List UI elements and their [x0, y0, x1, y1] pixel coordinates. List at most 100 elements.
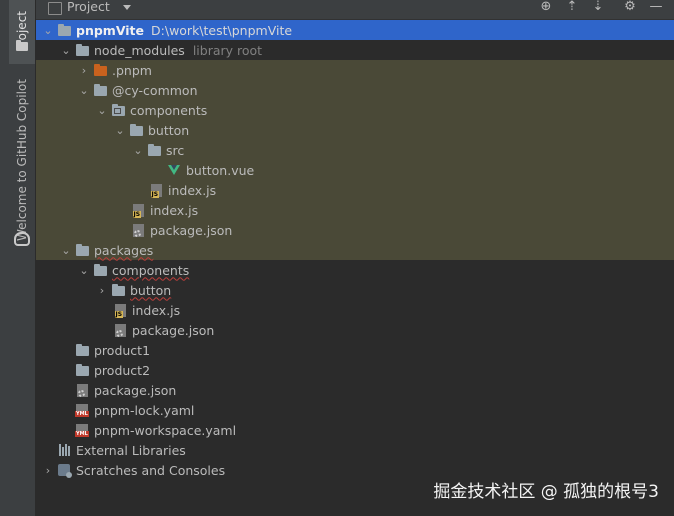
chevron-down-icon[interactable]: ⌄ [76, 82, 92, 98]
folder-icon [92, 262, 108, 278]
window-edge [0, 0, 9, 516]
scratches-icon [56, 462, 72, 478]
tree-row-button-vue[interactable]: button.vue [36, 160, 674, 180]
copilot-tab-label: Welcome to GitHub Copilot [15, 78, 29, 242]
library-root-hint: library root [192, 42, 263, 58]
chevron-down-icon[interactable] [123, 5, 131, 10]
tree-row-product1[interactable]: product1 [36, 340, 674, 360]
tree-row-nm-components[interactable]: ⌄ components [36, 100, 674, 120]
folder-icon [74, 362, 90, 378]
folder-icon [74, 242, 90, 258]
tree-row-product2[interactable]: product2 [36, 360, 674, 380]
tree-row-packages[interactable]: ⌄ packages [36, 240, 674, 260]
folder-icon [146, 142, 162, 158]
chevron-down-icon[interactable]: ⌄ [58, 42, 74, 58]
chevron-down-icon[interactable]: ⌄ [130, 142, 146, 158]
tree-row-node-modules[interactable]: ⌄ node_modules library root [36, 40, 674, 60]
minimize-icon[interactable]: — [648, 0, 664, 16]
chevron-down-icon[interactable]: ⌄ [94, 102, 110, 118]
node-modules-label: node_modules [94, 42, 185, 58]
tree-row-cy-common[interactable]: ⌄ @cy-common [36, 80, 674, 100]
lock-label: pnpm-lock.yaml [94, 402, 195, 418]
nm-components-label: components [130, 102, 208, 118]
copilot-tool-tab[interactable]: Welcome to GitHub Copilot [9, 70, 35, 250]
tool-window-stripe: Project Welcome to GitHub Copilot [9, 0, 36, 516]
tree-row-pk-index[interactable]: index.js [36, 300, 674, 320]
collapse-all-icon[interactable]: ⇡ [564, 0, 580, 16]
tree-row-workspace[interactable]: pnpm-workspace.yaml [36, 420, 674, 440]
root-path: D:\work\test\pnpmVite [151, 22, 293, 38]
chevron-down-icon[interactable]: ⌄ [40, 22, 56, 38]
folder-icon [16, 40, 28, 51]
json-file-icon [130, 222, 146, 238]
chevron-right-icon[interactable]: › [94, 282, 110, 298]
button-vue-label: button.vue [186, 162, 255, 178]
nm-cy-index-label: index.js [150, 202, 199, 218]
pnpm-label: .pnpm [112, 63, 152, 78]
packages-label: packages [94, 242, 154, 258]
expand-all-icon[interactable]: ⇣ [590, 0, 606, 16]
product1-label: product1 [94, 342, 151, 358]
tree-row-pk-package[interactable]: package.json [36, 320, 674, 340]
copilot-icon [14, 232, 30, 246]
pk-button-label: button [130, 282, 172, 298]
tree-row-pnpm[interactable]: › .pnpm [36, 60, 674, 80]
nm-src-label: src [166, 142, 185, 158]
gear-icon[interactable]: ⚙ [622, 0, 638, 16]
folder-icon [128, 122, 144, 138]
folder-icon [92, 82, 108, 98]
pk-index-label: index.js [132, 302, 181, 318]
yaml-file-icon [74, 422, 90, 438]
watermark: 掘金技术社区 @ 孤独的根号3 [433, 482, 659, 502]
pk-package-label: package.json [132, 322, 215, 338]
project-panel: Project ⊕ ⇡ ⇣ ⚙ — ⌄ pnpmVite D:\work\tes… [36, 0, 674, 516]
nm-button-label: button [148, 122, 190, 138]
json-file-icon [74, 382, 90, 398]
tree-row-pk-components[interactable]: ⌄ components [36, 260, 674, 280]
js-file-icon [148, 182, 164, 198]
panel-title[interactable]: Project [67, 0, 110, 14]
tree-row-root[interactable]: ⌄ pnpmVite D:\work\test\pnpmVite [36, 20, 674, 40]
js-file-icon [130, 202, 146, 218]
cy-common-label: @cy-common [112, 82, 198, 98]
excluded-folder-icon [92, 62, 108, 78]
json-file-icon [112, 322, 128, 338]
yaml-file-icon [74, 402, 90, 418]
vue-file-icon [166, 162, 182, 178]
folder-icon [74, 342, 90, 358]
target-icon[interactable]: ⊕ [538, 0, 554, 16]
tree-row-nm-cy-package[interactable]: package.json [36, 220, 674, 240]
folder-icon [56, 22, 72, 38]
folder-icon [74, 42, 90, 58]
scratches-label: Scratches and Consoles [76, 462, 226, 478]
tree-row-nm-cy-index[interactable]: index.js [36, 200, 674, 220]
chevron-right-icon[interactable]: › [40, 462, 56, 478]
folder-icon [110, 282, 126, 298]
tree-row-nm-button[interactable]: ⌄ button [36, 120, 674, 140]
root-package-label: package.json [94, 382, 177, 398]
tree-row-nm-src[interactable]: ⌄ src [36, 140, 674, 160]
pk-components-label: components [112, 262, 190, 278]
chevron-down-icon[interactable]: ⌄ [58, 242, 74, 258]
tree-row-pk-button[interactable]: › button [36, 280, 674, 300]
tree-row-lock[interactable]: pnpm-lock.yaml [36, 400, 674, 420]
chevron-down-icon[interactable]: ⌄ [76, 262, 92, 278]
chevron-right-icon[interactable]: › [76, 62, 92, 78]
tree-row-nm-button-index[interactable]: index.js [36, 180, 674, 200]
nm-button-index-label: index.js [168, 182, 217, 198]
nm-cy-package-label: package.json [150, 222, 233, 238]
root-label: pnpmVite [76, 22, 145, 38]
workspace-label: pnpm-workspace.yaml [94, 422, 237, 438]
project-view-icon [48, 2, 62, 15]
tree-row-external-libraries[interactable]: External Libraries [36, 440, 674, 460]
panel-header: Project ⊕ ⇡ ⇣ ⚙ — [36, 0, 674, 20]
pnpm-name: pnpm [115, 62, 152, 78]
tree-row-root-package[interactable]: package.json [36, 380, 674, 400]
external-libraries-label: External Libraries [76, 442, 186, 458]
package-folder-icon [110, 102, 126, 118]
project-tool-tab[interactable]: Project [9, 0, 35, 64]
js-file-icon [112, 302, 128, 318]
product2-label: product2 [94, 362, 151, 378]
libraries-icon [56, 442, 72, 458]
chevron-down-icon[interactable]: ⌄ [112, 122, 128, 138]
